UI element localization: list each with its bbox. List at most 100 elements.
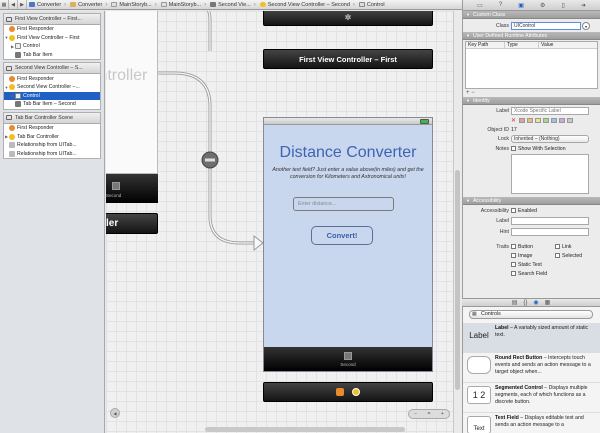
column-value[interactable]: Value	[538, 42, 553, 48]
tab-bar-item-icon[interactable]	[344, 351, 352, 360]
size-inspector-icon[interactable]: ▯	[562, 2, 565, 9]
lock-dropdown[interactable]: Inherited – (Nothing)	[511, 135, 589, 143]
remove-icon[interactable]: −	[471, 90, 475, 96]
media-library-icon[interactable]: ▦	[545, 299, 551, 306]
forward-arrow-icon[interactable]: ▶	[18, 0, 27, 9]
view-controller-icon	[9, 84, 15, 91]
show-with-selection-checkbox[interactable]: Show With Selection	[511, 146, 566, 152]
scene-header[interactable]: Second View Controller – S...	[4, 63, 100, 75]
outline-row-view-controller[interactable]: ▼ First View Controller – First	[4, 34, 100, 43]
attributes-inspector-icon[interactable]: ⚙	[540, 2, 545, 9]
outline-row-control-selected[interactable]: ▶ Control	[4, 91, 100, 101]
crumb-project[interactable]: Converter ›	[27, 2, 68, 8]
library-category-dropdown[interactable]: Controls	[469, 310, 593, 319]
crumb-storyboard-file[interactable]: MainStoryb... ›	[109, 2, 158, 8]
accessibility-enabled-checkbox[interactable]: Enabled	[511, 208, 537, 214]
label-color-swatch[interactable]	[559, 118, 565, 123]
accessibility-header[interactable]: ▼ Accessibility	[463, 197, 600, 205]
label-color-swatch[interactable]	[535, 118, 541, 123]
library-item-label[interactable]: Label Label – A variably sized amount of…	[463, 323, 600, 353]
notes-text-area[interactable]	[511, 154, 589, 194]
accessibility-hint-row: Hint	[463, 228, 600, 243]
canvas-scroll-thumb[interactable]	[455, 170, 460, 390]
second-view-controller-scene[interactable]: Distance Converter Another text field? J…	[263, 117, 433, 372]
crumb-storyboard[interactable]: MainStoryb... ›	[159, 2, 208, 8]
label-color-swatch[interactable]	[567, 118, 573, 123]
view-controller-icon[interactable]	[352, 388, 360, 396]
toggle-outline-icon[interactable]: ◀	[110, 408, 120, 418]
quick-help-icon[interactable]: ?	[499, 2, 502, 8]
library-item-round-rect-button[interactable]: Round Rect Button – Intercepts touch eve…	[463, 353, 600, 383]
file-inspector-icon[interactable]: ▭	[477, 2, 483, 9]
outline-row-tab-bar-item[interactable]: Tab Bar Item	[4, 51, 100, 60]
distance-input[interactable]	[293, 197, 394, 211]
first-responder-icon[interactable]	[336, 388, 344, 396]
scene-dock[interactable]	[263, 382, 433, 402]
runtime-attributes-header[interactable]: ▼ User Defined Runtime Attributes	[463, 32, 600, 40]
library-item-segmented-control[interactable]: 1 2 Segmented Control – Displays multipl…	[463, 383, 600, 413]
lock-row: Lock Inherited – (Nothing)	[463, 135, 600, 145]
label-color-swatch[interactable]	[527, 118, 533, 123]
identity-header[interactable]: ▼ Identity	[463, 97, 600, 105]
convert-button[interactable]: Convert!	[311, 226, 373, 245]
library-tabs: ▤ {} ◉ ▦	[462, 298, 600, 307]
storyboard-canvas[interactable]: Controller Second ler ✲ First View Contr…	[106, 11, 462, 433]
clear-color-icon[interactable]: ✕	[511, 117, 516, 124]
outline-row-relationship[interactable]: Relationship from UITab...	[4, 141, 100, 150]
tab-bar: Second	[264, 347, 432, 371]
identity-inspector-icon[interactable]: ▣	[518, 2, 524, 9]
scene-tab-bar-controller: Tab Bar Controller Scene First Responder…	[3, 111, 101, 160]
outline-row-control[interactable]: ▶ Control	[4, 42, 100, 51]
tab-controller-dock[interactable]: ✲	[263, 11, 433, 26]
label-color-swatch[interactable]	[543, 118, 549, 123]
related-items-icon[interactable]: ▦	[0, 0, 9, 9]
column-type[interactable]: Type	[504, 42, 538, 48]
crumb-group[interactable]: Converter ›	[68, 2, 109, 8]
trait-static-text-checkbox[interactable]: Static Text	[511, 262, 542, 268]
add-icon[interactable]: +	[466, 90, 470, 96]
crumb-control[interactable]: Control	[357, 2, 387, 8]
outline-row-first-responder[interactable]: First Responder	[4, 74, 100, 83]
class-dropdown-icon[interactable]: ▾	[582, 22, 590, 30]
zoom-in-icon[interactable]: +	[441, 411, 444, 417]
runtime-attributes-table[interactable]: Key Path Type Value	[465, 41, 598, 89]
identity-label-label: Label	[496, 108, 509, 114]
trait-image-checkbox[interactable]: Image	[511, 253, 532, 259]
outline-row-relationship[interactable]: Relationship from UITab...	[4, 150, 100, 159]
crumb-scene[interactable]: Second Vie... ›	[208, 2, 258, 8]
code-snippet-library-icon[interactable]: {}	[523, 300, 527, 306]
xcode-label-field[interactable]	[511, 107, 589, 115]
outline-row-first-responder[interactable]: First Responder	[4, 25, 100, 34]
first-scene-dock-bar[interactable]: ler	[106, 213, 158, 234]
outline-row-view-controller[interactable]: ▼ Second View Controller –...	[4, 83, 100, 92]
crumb-view-controller[interactable]: Second View Controller – Second ›	[258, 2, 357, 8]
label-color-row: ✕	[463, 117, 600, 126]
canvas-horizontal-scroll-thumb[interactable]	[205, 427, 405, 432]
scene-header[interactable]: Tab Bar Controller Scene	[4, 112, 100, 124]
outline-row-tab-bar-controller[interactable]: ▶ Tab Bar Controller	[4, 132, 100, 141]
library-item-text-field[interactable]: Text Text Field – Displays editable text…	[463, 413, 600, 433]
trait-link-checkbox[interactable]: Link	[555, 244, 572, 250]
first-scene-view[interactable]: Controller	[106, 11, 158, 174]
zoom-out-icon[interactable]: −	[414, 411, 417, 417]
class-field[interactable]: UIControl	[511, 22, 581, 30]
trait-selected-checkbox[interactable]: Selected	[555, 253, 582, 259]
file-template-library-icon[interactable]: ▤	[512, 299, 518, 306]
accessibility-label-field[interactable]	[511, 217, 589, 225]
trait-search-field-checkbox[interactable]: Search Field	[511, 271, 547, 277]
back-arrow-icon[interactable]: ◀	[9, 0, 18, 9]
outline-row-first-responder[interactable]: First Responder	[4, 124, 100, 133]
trait-button-checkbox[interactable]: Button	[511, 244, 533, 250]
object-library-icon[interactable]: ◉	[533, 299, 538, 306]
scene-header[interactable]: First View Controller – First...	[4, 14, 100, 25]
label-color-swatch[interactable]	[551, 118, 557, 123]
outline-row-tab-bar-item[interactable]: Tab Bar Item – Second	[4, 100, 100, 109]
custom-class-header[interactable]: ▼ Custom Class	[463, 11, 600, 19]
label-color-swatch[interactable]	[519, 118, 525, 123]
zoom-fit-icon[interactable]: =	[428, 411, 431, 417]
accessibility-label-label: Label	[496, 218, 509, 224]
connections-inspector-icon[interactable]: ➜	[581, 2, 586, 9]
accessibility-hint-field[interactable]	[511, 228, 589, 236]
column-key-path[interactable]: Key Path	[466, 42, 504, 48]
first-view-controller-bar[interactable]: First View Controller – First	[263, 49, 433, 69]
